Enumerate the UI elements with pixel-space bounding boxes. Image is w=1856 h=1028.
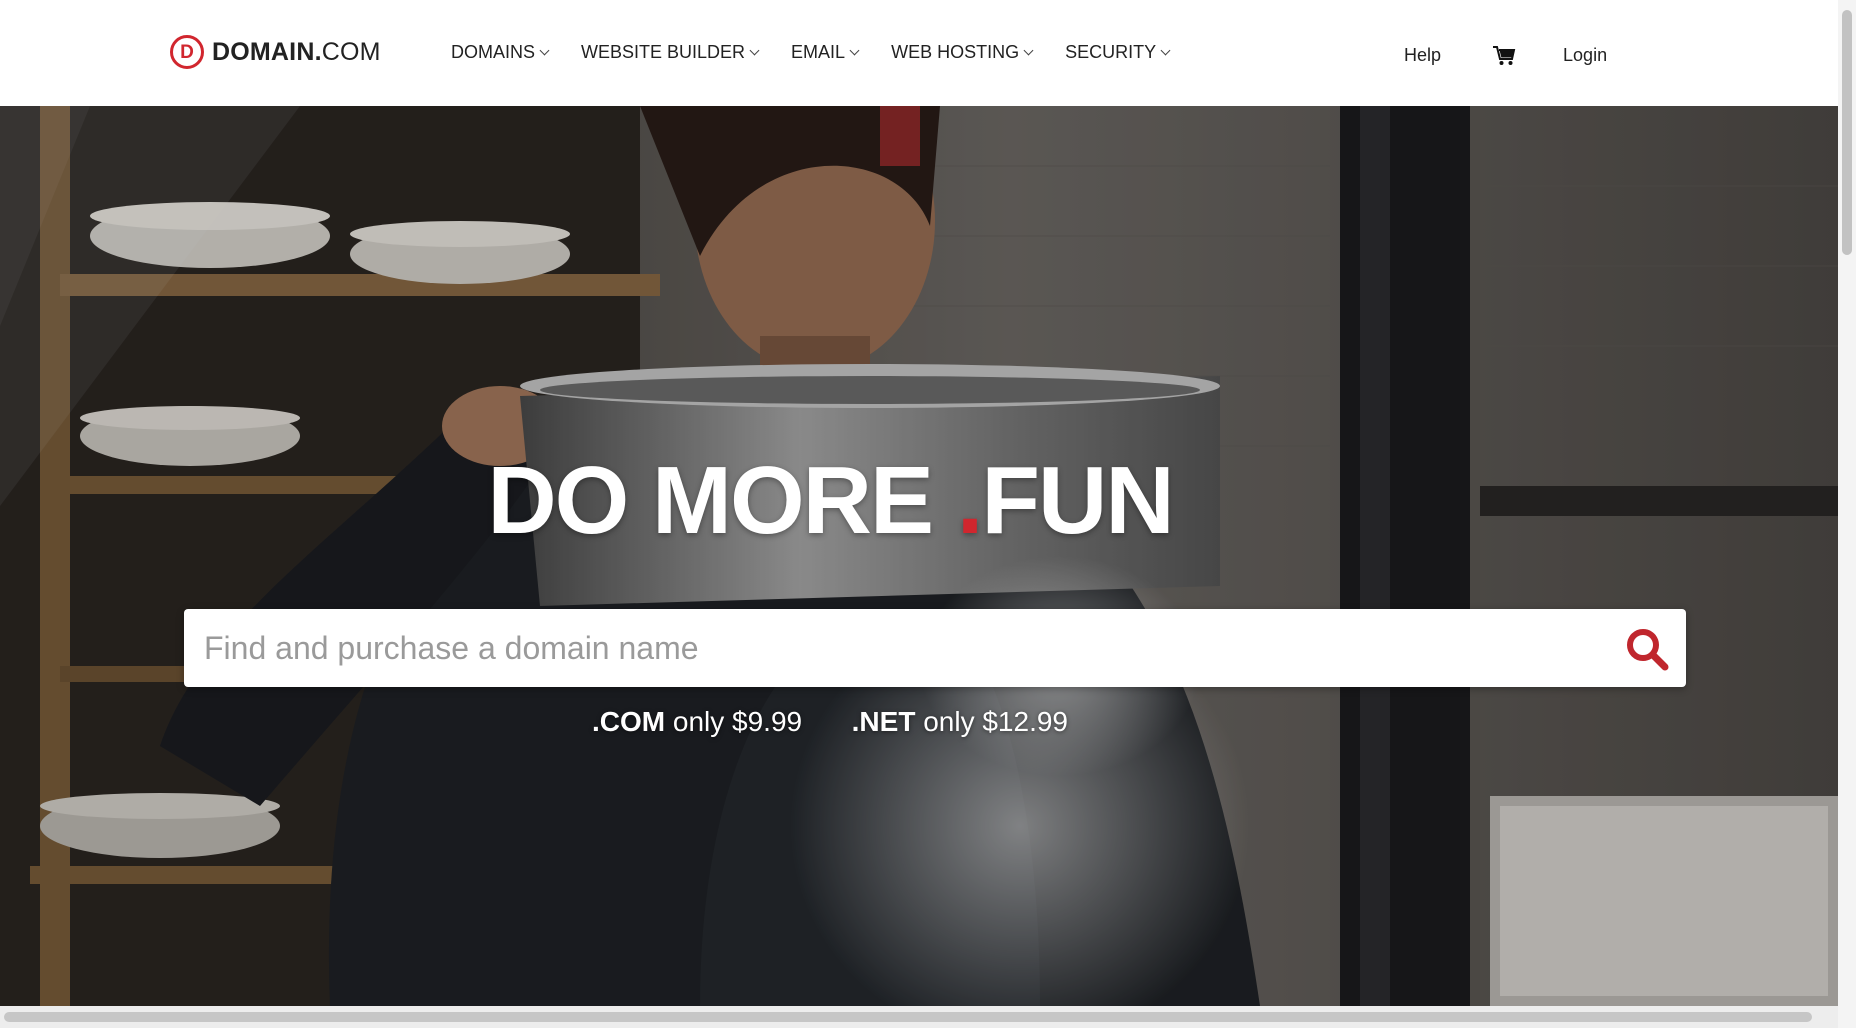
site-header: D DOMAIN.COM DOMAINS WEBSITE BUILDER EMA… [0, 0, 1838, 106]
vertical-scrollbar[interactable] [1838, 0, 1856, 1028]
login-link[interactable]: Login [1563, 45, 1607, 66]
nav-security-label: SECURITY [1065, 42, 1157, 62]
header-right-links: Help Login [1404, 42, 1607, 68]
horizontal-scrollbar-thumb[interactable] [4, 1012, 1812, 1022]
domain-logo-mark-icon: D [170, 35, 204, 69]
horizontal-scrollbar[interactable] [0, 1006, 1838, 1028]
logo-wordmark: DOMAIN.COM [212, 38, 381, 67]
hero-headline-dot: . [956, 447, 984, 554]
nav-web-hosting-label: WEB HOSTING [891, 42, 1020, 62]
chevron-down-icon [849, 45, 860, 55]
hero-background-photo [0, 106, 1838, 1006]
vertical-scrollbar-thumb[interactable] [1842, 10, 1852, 255]
hero-headline-part1: DO MORE [487, 447, 934, 554]
price-com-tld: .COM [591, 706, 666, 737]
hero-headline-part2: FUN [981, 447, 1174, 554]
nav-email[interactable]: EMAIL [791, 42, 860, 63]
shopping-cart-icon[interactable] [1491, 42, 1517, 68]
chevron-down-icon [749, 45, 760, 55]
price-net-text: only $12.99 [923, 706, 1069, 737]
nav-domains-label: DOMAINS [451, 42, 536, 62]
nav-email-label: EMAIL [791, 42, 846, 62]
chevron-down-icon [539, 45, 550, 55]
domain-logo[interactable]: D DOMAIN.COM [170, 34, 381, 70]
nav-security[interactable]: SECURITY [1065, 42, 1171, 63]
nav-web-hosting[interactable]: WEB HOSTING [891, 42, 1034, 63]
tld-prices: .COM only $9.99 .NET only $12.99 [0, 706, 1660, 738]
chevron-down-icon [1160, 45, 1171, 55]
hero-section: DO MORE .FUN .COM only $9.99 .NET only $… [0, 106, 1838, 1006]
help-link[interactable]: Help [1404, 45, 1441, 66]
hero-headline: DO MORE .FUN [0, 446, 1660, 556]
nav-website-builder[interactable]: WEBSITE BUILDER [581, 42, 760, 63]
domain-search-input[interactable] [184, 617, 1586, 679]
search-icon[interactable] [1624, 626, 1670, 672]
nav-domains[interactable]: DOMAINS [451, 42, 550, 63]
logo-mark-letter: D [180, 41, 194, 63]
main-nav: DOMAINS WEBSITE BUILDER EMAIL WEB HOSTIN… [451, 42, 1202, 63]
price-net-tld: .NET [851, 706, 916, 737]
nav-website-builder-label: WEBSITE BUILDER [581, 42, 746, 62]
page: D DOMAIN.COM DOMAINS WEBSITE BUILDER EMA… [0, 0, 1856, 1028]
price-com-text: only $9.99 [672, 706, 803, 737]
chevron-down-icon [1023, 45, 1034, 55]
logo-wordmark-bold: DOMAIN. [212, 37, 322, 66]
domain-search-box [184, 609, 1686, 687]
logo-wordmark-light: COM [321, 37, 381, 66]
